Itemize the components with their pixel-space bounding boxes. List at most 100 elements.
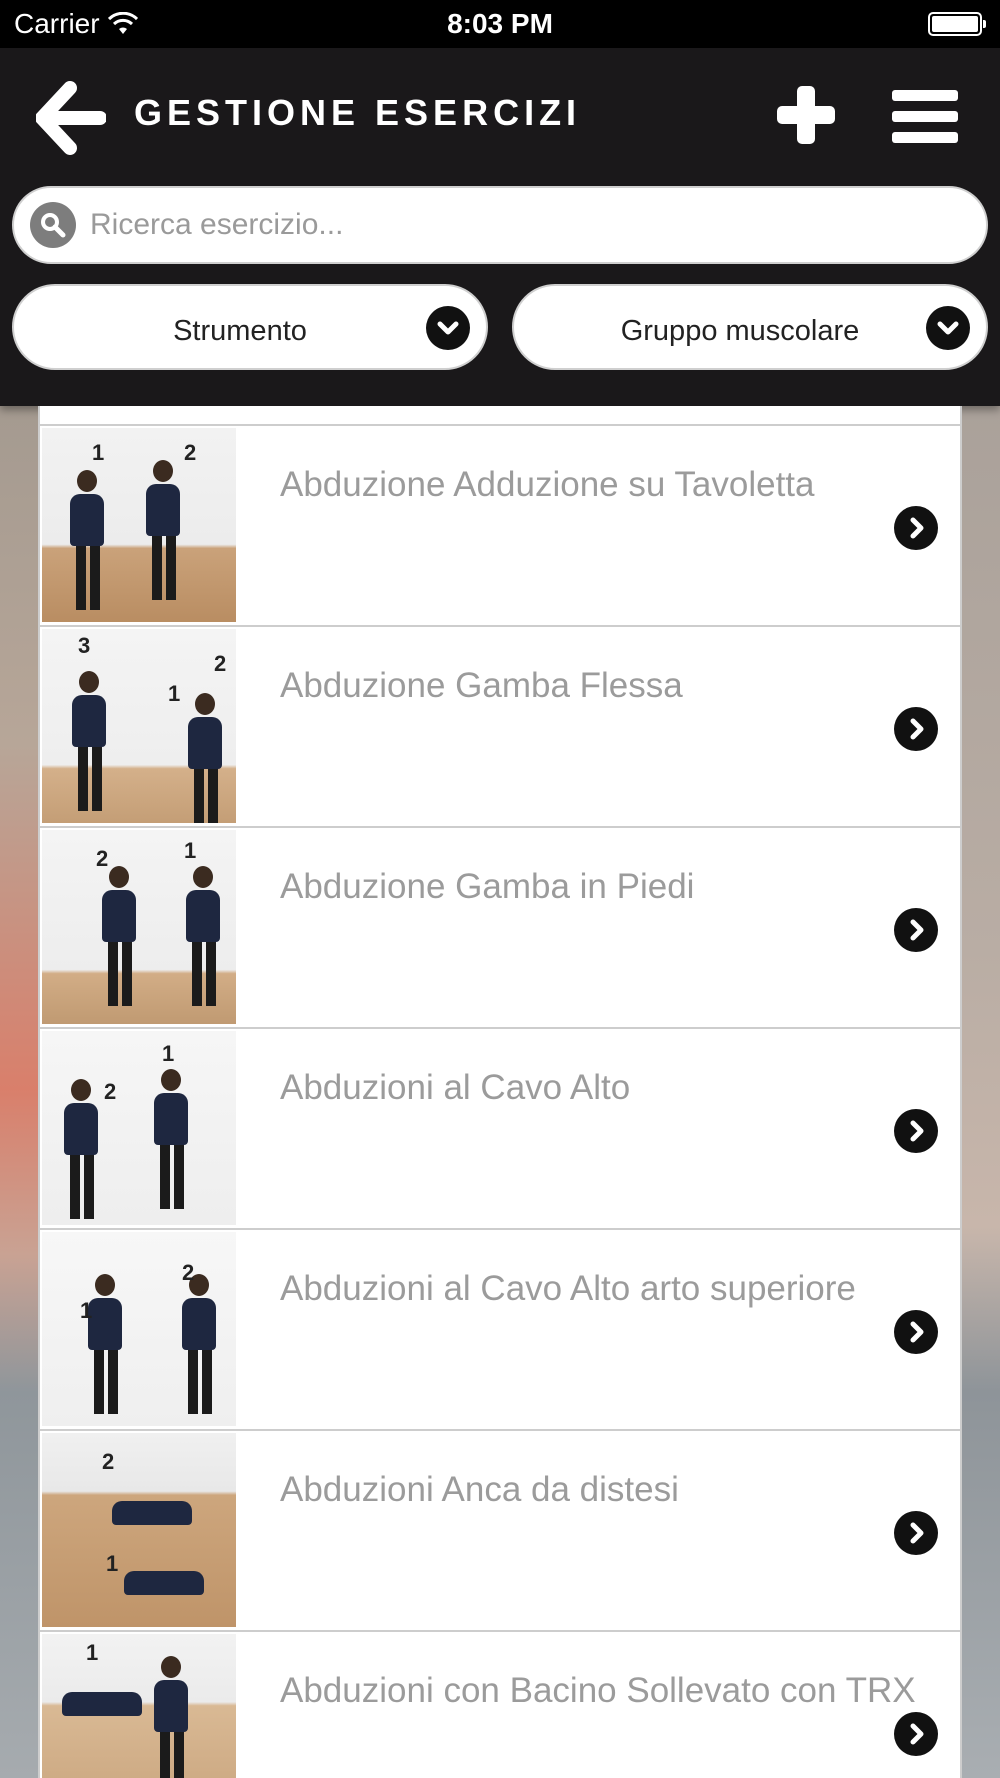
figure-silhouette [102, 890, 136, 942]
figure-silhouette [70, 494, 104, 546]
exercise-thumbnail: 3 2 1 [42, 629, 236, 823]
step-number: 1 [92, 440, 105, 465]
figure-leg [94, 1348, 104, 1414]
chevron-right-icon[interactable] [894, 908, 938, 952]
figure-leg [70, 1153, 80, 1219]
exercise-row[interactable]: 12 Abduzioni con Bacino Sollevato con TRX [38, 1632, 962, 1778]
figure-silhouette [64, 1103, 98, 1155]
figure-silhouette [146, 484, 180, 536]
exercise-thumbnail: 12 [42, 1232, 236, 1426]
exercise-name: Abduzione Gamba in Piedi [280, 867, 695, 906]
figure-head [95, 1274, 115, 1296]
figure-leg [160, 1143, 170, 1209]
figure-silhouette [72, 695, 106, 747]
hamburger-menu-icon [892, 90, 958, 143]
figure-leg [208, 767, 218, 823]
step-number: 1 [80, 1298, 93, 1323]
background-blur-right [960, 400, 1000, 1778]
figure-leg [152, 534, 162, 600]
figure-head [109, 866, 129, 888]
figure-leg [206, 940, 216, 1006]
figure-head [71, 1079, 91, 1101]
exercise-name: Abduzioni al Cavo Alto [280, 1068, 631, 1107]
exercise-row[interactable]: 1 2 Abduzioni al Cavo Alto arto superiore [38, 1230, 962, 1431]
figure-silhouette [154, 1680, 188, 1732]
exercise-thumbnail: 21 [42, 830, 236, 1024]
chevron-right-icon[interactable] [894, 506, 938, 550]
figure-head [195, 693, 215, 715]
exercise-row[interactable]: 2 1 Abduzione Gamba in Piedi [38, 828, 962, 1029]
app-header: GESTIONE ESERCIZI Strumento Gruppo musco… [0, 48, 1000, 406]
magnifier-icon [30, 202, 76, 248]
exercise-row[interactable]: 3 2 1 Abduzione Gamba Flessa [38, 627, 962, 828]
list-top-partial-row [38, 406, 962, 426]
figure-leg [108, 1348, 118, 1414]
step-number: 2 [102, 1449, 115, 1474]
figure-head [193, 866, 213, 888]
step-number: 1 [168, 681, 181, 706]
figure-silhouette [112, 1501, 192, 1525]
plus-icon [777, 86, 835, 144]
exercise-name: Abduzione Gamba Flessa [280, 666, 683, 705]
figure-silhouette [124, 1571, 204, 1595]
back-button[interactable] [35, 76, 107, 160]
arrow-left-icon [35, 81, 107, 155]
figure-leg [76, 544, 86, 610]
chevron-right-icon[interactable] [894, 707, 938, 751]
chevron-right-icon[interactable] [894, 1511, 938, 1555]
exercise-row[interactable]: 2 1 Abduzioni Anca da distesi [38, 1431, 962, 1632]
figure-silhouette [88, 1298, 122, 1350]
search-input[interactable] [76, 195, 986, 255]
exercise-thumbnail: 21 [42, 1433, 236, 1627]
figure-silhouette [62, 1692, 142, 1716]
exercise-row[interactable]: 1 2 Abduzione Adduzione su Tavoletta [38, 426, 962, 627]
exercise-thumbnail: 21 [42, 1031, 236, 1225]
exercise-name: Abduzioni con Bacino Sollevato con TRX [280, 1671, 916, 1710]
figure-leg [92, 745, 102, 811]
step-number: 2 [182, 1260, 195, 1285]
figure-leg [188, 1348, 198, 1414]
chevron-right-icon[interactable] [894, 1310, 938, 1354]
chevron-down-icon [926, 306, 970, 350]
figure-leg [192, 940, 202, 1006]
search-box [12, 186, 988, 264]
figure-head [77, 470, 97, 492]
gruppo-muscolare-select[interactable]: Gruppo muscolare [512, 284, 988, 370]
figure-head [79, 671, 99, 693]
gruppo-muscolare-select-label: Gruppo muscolare [620, 314, 860, 347]
figure-leg [160, 1730, 170, 1778]
strumento-select[interactable]: Strumento [12, 284, 488, 370]
figure-head [161, 1656, 181, 1678]
figure-leg [122, 940, 132, 1006]
figure-leg [166, 534, 176, 600]
figure-silhouette [154, 1093, 188, 1145]
exercise-list: 1 2 Abduzione Adduzione su Tavoletta 3 2 1 Abd… [38, 406, 962, 1778]
figure-leg [202, 1348, 212, 1414]
menu-button[interactable] [890, 78, 960, 154]
exercise-name: Abduzioni Anca da distesi [280, 1470, 679, 1509]
exercise-thumbnail: 12 [42, 428, 236, 622]
figure-head [153, 460, 173, 482]
battery-icon [928, 12, 986, 36]
step-number: 2 [96, 846, 109, 871]
figure-leg [108, 940, 118, 1006]
figure-leg [194, 767, 204, 823]
add-exercise-button[interactable] [774, 74, 838, 156]
exercise-thumbnail: 12 [42, 1634, 236, 1778]
status-bar: Carrier 8:03 PM [0, 0, 1000, 48]
figure-silhouette [182, 1298, 216, 1350]
step-number: 2 [104, 1079, 117, 1104]
figure-leg [174, 1730, 184, 1778]
figure-leg [84, 1153, 94, 1219]
strumento-select-label: Strumento [173, 314, 307, 347]
exercise-name: Abduzione Adduzione su Tavoletta [280, 465, 815, 504]
step-number: 2 [184, 440, 197, 465]
exercise-row[interactable]: 2 1 Abduzioni al Cavo Alto [38, 1029, 962, 1230]
chevron-right-icon[interactable] [894, 1712, 938, 1756]
chevron-right-icon[interactable] [894, 1109, 938, 1153]
figure-head [161, 1069, 181, 1091]
chevron-down-icon [426, 306, 470, 350]
exercise-name: Abduzioni al Cavo Alto arto superiore [280, 1269, 856, 1308]
step-number: 3 [78, 633, 91, 658]
figure-silhouette [188, 717, 222, 769]
